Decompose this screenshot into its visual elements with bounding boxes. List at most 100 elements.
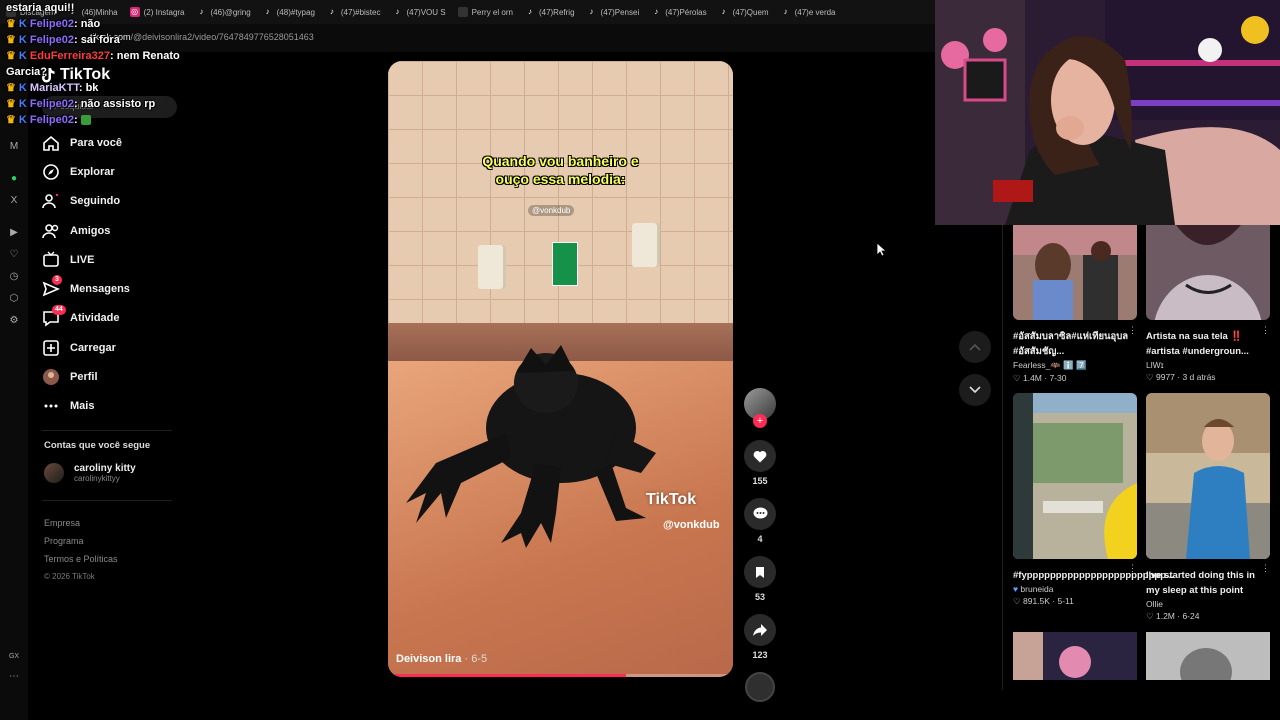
save-button[interactable] [744, 556, 776, 588]
chat-text: nem Renato [116, 50, 180, 62]
chat-message: ♛ K EduFerreira327: nem Renato [6, 50, 180, 62]
chat-username[interactable]: MariaKTT [30, 82, 79, 94]
chat-text: não [80, 18, 101, 30]
nav-item-carregar[interactable]: Carregar [42, 333, 182, 362]
watermark-handle: @vonkdub [663, 519, 720, 531]
thumbnail-running-man [1146, 393, 1270, 559]
mod-badge-icon: K [18, 18, 30, 30]
chat-username[interactable]: Felipe02 [30, 98, 74, 110]
more-icon [42, 397, 60, 415]
thumbnail-bw [1146, 632, 1270, 680]
tiktok-icon: ♪ [721, 7, 726, 16]
recommended-video-card[interactable]: ⋮ #อัสสัมบลาซิล#แห่เทียนอุบล #อัสสัมชัญ.… [1013, 225, 1137, 384]
more-options-icon[interactable]: ⋮ [1128, 325, 1137, 336]
card-author[interactable]: ♥ bruneida [1013, 584, 1137, 594]
exit-sign [552, 242, 578, 286]
save-count: 53 [754, 592, 765, 602]
nav-item-seguindo[interactable]: Seguindo [42, 187, 182, 216]
chat-username[interactable]: Felipe02 [30, 34, 74, 46]
chat-username[interactable]: EduFerreira327 [30, 50, 110, 62]
comment-button[interactable] [744, 498, 776, 530]
footer-link-programa[interactable]: Programa [44, 532, 118, 550]
card-meta: ♡ 1.4M · 7-30 [1013, 373, 1067, 383]
card-author[interactable]: Fearless_🦇 ℹ️ 7️⃣ [1013, 360, 1137, 371]
nav-item-para-voc-[interactable]: Para você [42, 128, 182, 157]
browser-tab[interactable]: ♪ (48)#typag [257, 0, 321, 24]
settings-icon[interactable]: ⚙ [7, 314, 21, 328]
chat-username[interactable]: Felipe02 [30, 18, 74, 30]
card-meta: ♡ 1.2M · 6-24 [1146, 611, 1200, 621]
chat-text: sai fora [80, 34, 120, 46]
video-credit: @vonkdub [528, 205, 575, 216]
like-button[interactable] [744, 440, 776, 472]
messenger-icon[interactable]: M [7, 140, 21, 154]
history-icon[interactable]: ◷ [7, 270, 21, 284]
heart-sidebar-icon[interactable]: ♡ [7, 248, 21, 262]
mod-badge-icon: K [18, 82, 30, 94]
nav-item-amigos[interactable]: Amigos [42, 216, 182, 245]
browser-tab[interactable]: ♪ (47)Pensei [581, 0, 646, 24]
more-options-icon[interactable]: ⋮ [1261, 563, 1270, 574]
nav-item-perfil[interactable]: Perfil [42, 362, 182, 391]
card-author[interactable]: LlWɪ [1146, 360, 1270, 370]
whatsapp-icon[interactable]: ● [7, 172, 21, 186]
nav-item-explorar[interactable]: Explorar [42, 157, 182, 186]
comment-icon [753, 507, 767, 519]
share-button[interactable] [744, 614, 776, 646]
browser-tab-label: (47)Pérolas [665, 7, 707, 17]
browser-tab[interactable]: ♪ (47)Quem [713, 0, 775, 24]
soap-dispenser-left [478, 245, 506, 289]
gx-icon[interactable]: GX [7, 650, 21, 664]
sound-disc[interactable] [745, 672, 775, 702]
chat-username[interactable]: Felipe02 [30, 114, 74, 126]
recommended-video-card[interactable]: ⋮ Artista na sua tela ‼️ #artista #under… [1146, 225, 1270, 395]
video-actions: + 155 4 53 123 [742, 388, 778, 702]
next-video-button[interactable] [959, 374, 991, 406]
nav-item-atividade[interactable]: 44 Atividade [42, 304, 182, 333]
like-count: 155 [752, 476, 768, 486]
nav-item-mais[interactable]: Mais [42, 392, 182, 421]
nav-label: Atividade [70, 312, 120, 325]
more-options-icon[interactable]: ⋮ [1261, 325, 1270, 336]
follow-plus-button[interactable]: + [753, 414, 767, 428]
chat-message: ♛ K Felipe02: [6, 112, 246, 128]
video-player[interactable]: Quando vou banheiro e ouço essa melodia:… [388, 61, 733, 677]
nav-item-mensagens[interactable]: 3 Mensagens [42, 274, 182, 303]
nav-item-live[interactable]: LIVE [42, 245, 182, 274]
browser-tab[interactable]: ♪ (47)e verda [775, 0, 842, 24]
chat-text: estaria aqui!! [6, 2, 75, 14]
more-sidebar-icon[interactable]: ⋯ [7, 670, 21, 684]
tiktok-icon: ♪ [654, 7, 659, 16]
footer-link-termos[interactable]: Termos e Políticas [44, 550, 118, 568]
tiktok-icon: ♪ [589, 7, 594, 16]
tiktok-icon: ♪ [527, 7, 532, 16]
more-options-icon[interactable]: ⋮ [1128, 563, 1137, 574]
following-account[interactable]: caroliny kitty carolinykittyy [44, 463, 136, 483]
card-author[interactable]: Ollie [1146, 599, 1270, 609]
x-icon[interactable]: X [7, 194, 21, 208]
creator-avatar[interactable]: + [744, 388, 776, 428]
card-title: Artista na sua tela ‼️ #artista #undergr… [1146, 331, 1249, 357]
tiktok-watermark: TikTok [646, 491, 697, 508]
recommended-video-card[interactable]: ⋮ #fypppppppppppppppppppppppp... ♥ brune… [1013, 393, 1174, 607]
player-icon[interactable]: ▶ [7, 226, 21, 240]
recommended-video-card[interactable]: ⋮ I've started doing this in my sleep at… [1146, 393, 1270, 622]
home-icon [42, 134, 60, 152]
chat-message: ♛ K Felipe02: não [6, 18, 101, 30]
browser-tab[interactable]: ♪ (47)VOU S [386, 0, 451, 24]
mod-badge-icon: K [18, 34, 30, 46]
recommended-video-card[interactable] [1013, 632, 1137, 680]
video-author[interactable]: Deivison lira · 6-5 [396, 653, 487, 665]
recommended-video-card[interactable] [1146, 632, 1270, 680]
browser-tab-label: (47)Pensei [600, 7, 640, 17]
previous-video-button[interactable] [959, 331, 991, 363]
browser-tab[interactable]: Perry el orn [452, 0, 519, 24]
streamer-webcam [935, 0, 1280, 225]
browser-tab[interactable]: ♪ (47)Pérolas [645, 0, 712, 24]
chat-message: ♛ K Felipe02: não assisto rp [6, 98, 156, 110]
heart-icon [753, 450, 767, 462]
browser-tab[interactable]: ♪ (47)#bistec [321, 0, 387, 24]
footer-link-empresa[interactable]: Empresa [44, 514, 118, 532]
browser-tab[interactable]: ♪ (47)Refrig [519, 0, 581, 24]
cube-icon[interactable]: ⬡ [7, 292, 21, 306]
